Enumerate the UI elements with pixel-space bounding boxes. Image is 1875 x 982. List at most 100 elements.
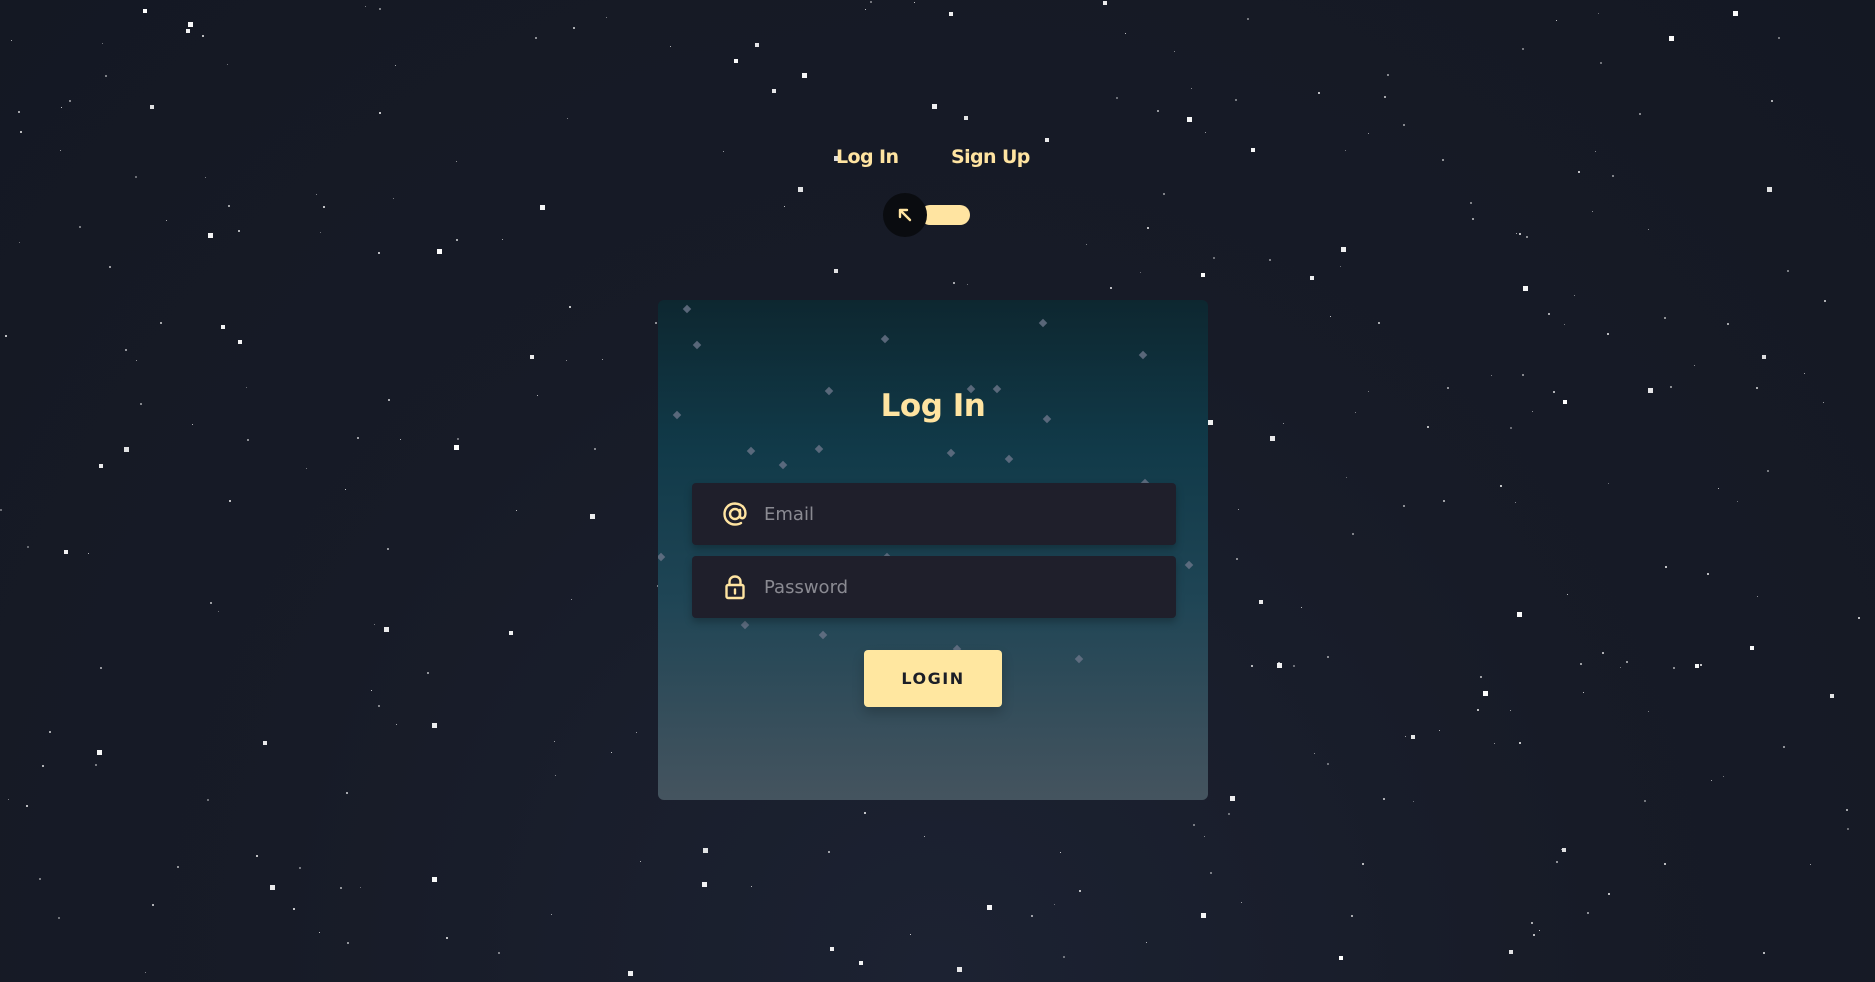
form-title: Log In (880, 388, 986, 424)
star-dot (535, 37, 537, 39)
star-dot (427, 672, 429, 674)
star-dot (221, 325, 225, 329)
star-dot (202, 35, 204, 37)
email-input[interactable] (762, 482, 1176, 546)
star-dot (1587, 912, 1589, 914)
star-dot (374, 624, 375, 625)
star-dot (1804, 373, 1805, 374)
star-dot (365, 6, 366, 7)
star-dot (1346, 477, 1347, 478)
star-dot (1103, 1, 1107, 5)
star-dot (371, 690, 372, 691)
star-dot (396, 724, 397, 725)
star-dot (1707, 573, 1709, 575)
star-dot (1718, 488, 1719, 489)
star-dot (1439, 730, 1440, 731)
star-dot (834, 269, 838, 273)
login-card: Log In LOGIN (658, 300, 1208, 800)
tab-login[interactable]: Log In (836, 146, 899, 168)
star-dot (238, 340, 242, 344)
star-dot (456, 161, 457, 162)
star-dot (1750, 646, 1754, 650)
star-dot (99, 464, 103, 468)
star-dot (306, 468, 307, 469)
star-dot (432, 723, 437, 728)
toggle-switch-track[interactable] (920, 205, 970, 225)
tab-signup[interactable]: Sign Up (951, 146, 1030, 168)
star-dot (1612, 175, 1614, 177)
star-dot (1639, 113, 1641, 115)
star-dot (498, 952, 500, 954)
star-dot (1580, 663, 1582, 665)
star-dot (1157, 110, 1159, 112)
star-dot (1236, 558, 1238, 560)
star-dot (1608, 483, 1609, 484)
star-dot (228, 205, 230, 207)
star-dot (105, 75, 107, 77)
star-dot (1787, 270, 1789, 272)
star-dot (1339, 956, 1343, 960)
star-dot (42, 765, 44, 767)
star-dot (1533, 934, 1535, 936)
star-dot (357, 437, 359, 439)
star-dot (628, 971, 633, 976)
star-dot (432, 877, 437, 882)
star-dot (1695, 664, 1699, 668)
star-dot (1314, 753, 1315, 754)
star-dot (1341, 247, 1346, 252)
star-dot (602, 359, 603, 360)
star-dot (1327, 763, 1329, 765)
star-dot (102, 43, 103, 44)
star-dot (323, 206, 325, 208)
star-dot (1387, 74, 1389, 76)
star-dot (1830, 694, 1834, 698)
star-dot (1403, 505, 1405, 507)
star-dot (207, 799, 209, 801)
star-dot (188, 22, 193, 27)
star-dot (319, 932, 320, 933)
star-dot (573, 27, 575, 29)
star-dot (828, 851, 830, 853)
sparkle-particle (682, 304, 692, 314)
star-dot (299, 867, 301, 869)
toggle-switch-knob[interactable] (883, 193, 927, 237)
star-dot (1491, 375, 1492, 376)
star-dot (509, 631, 513, 635)
star-dot (19, 242, 20, 243)
star-dot (1241, 902, 1242, 903)
star-dot (246, 387, 247, 388)
star-dot (554, 741, 555, 742)
star-dot (1515, 502, 1516, 503)
star-dot (1191, 88, 1192, 89)
password-input[interactable] (762, 555, 1176, 619)
star-dot (932, 104, 937, 109)
login-button[interactable]: LOGIN (864, 650, 1002, 707)
star-dot (1318, 92, 1320, 94)
star-dot (1411, 735, 1415, 739)
star-dot (1556, 20, 1557, 21)
star-dot (1648, 388, 1653, 393)
star-dot (1146, 942, 1147, 943)
star-dot (1443, 500, 1445, 502)
star-dot (95, 764, 97, 766)
star-dot (27, 546, 29, 548)
star-dot (964, 116, 968, 120)
star-dot (1210, 872, 1212, 874)
star-dot (1711, 780, 1712, 781)
sparkle-particle (746, 446, 756, 456)
star-dot (830, 947, 834, 951)
star-dot (1251, 148, 1255, 152)
star-dot (186, 29, 190, 33)
star-dot (1767, 470, 1769, 472)
star-dot (1238, 509, 1239, 510)
page-background: Log In Sign Up Log In Email LOGIN (0, 0, 1875, 982)
star-dot (1340, 266, 1341, 267)
star-dot (1620, 667, 1621, 668)
star-dot (1767, 187, 1772, 192)
sparkle-particle (880, 334, 890, 344)
star-dot (1763, 952, 1765, 954)
star-dot (859, 961, 863, 965)
star-dot (205, 177, 206, 178)
star-dot (1213, 257, 1215, 259)
star-dot (1293, 665, 1295, 667)
